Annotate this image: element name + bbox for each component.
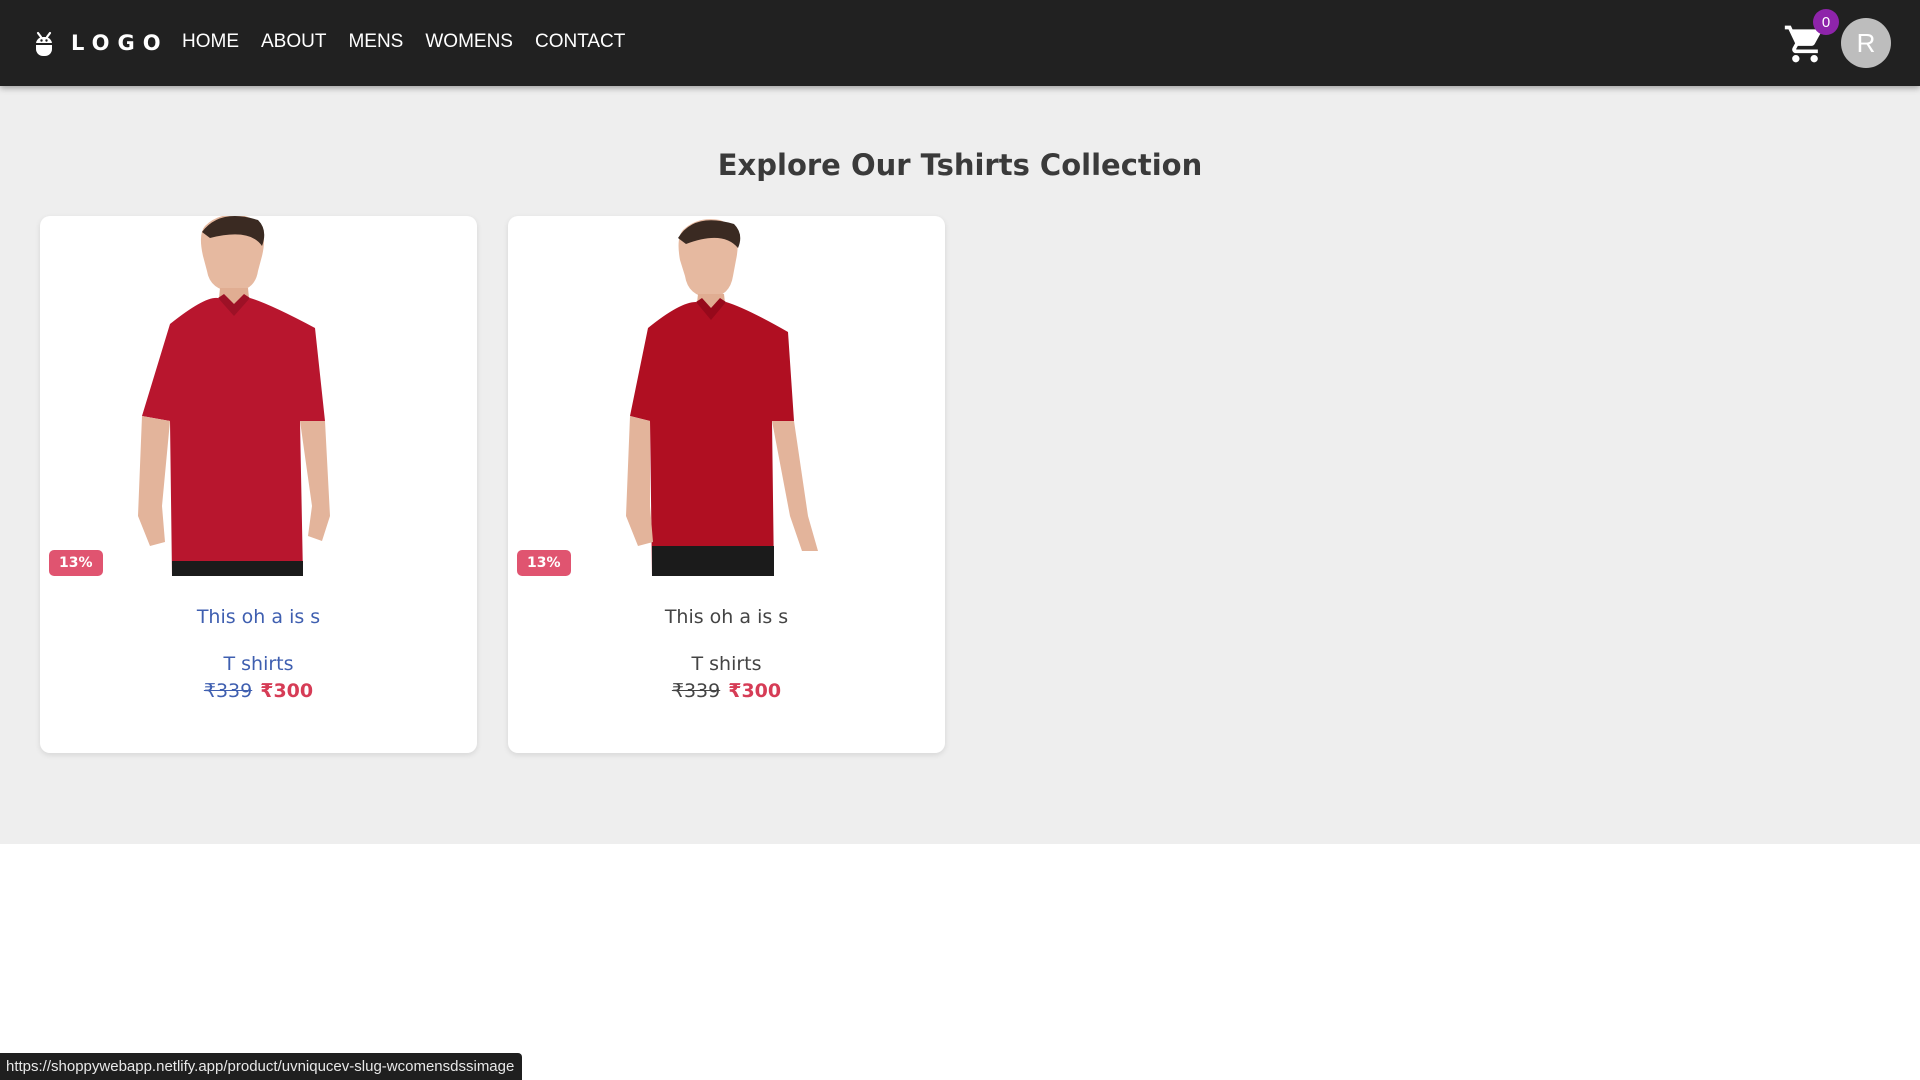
- nav-about[interactable]: ABOUT: [261, 30, 326, 54]
- nav-contact[interactable]: CONTACT: [535, 30, 625, 54]
- status-bar-url: https://shoppywebapp.netlify.app/product…: [0, 1053, 523, 1080]
- product-price: ₹339 ₹300: [508, 680, 945, 702]
- product-image: [110, 216, 410, 576]
- product-card[interactable]: 13% This oh a is s T shirts ₹339 ₹300: [508, 216, 945, 753]
- sale-price: ₹300: [728, 680, 782, 702]
- product-card[interactable]: 13% This oh a is s T shirts ₹339 ₹300: [40, 216, 477, 753]
- discount-badge: 13%: [517, 550, 571, 576]
- product-title: This oh a is s: [196, 606, 321, 628]
- navbar: LOGO HOME ABOUT MENS WOMENS CONTACT 0 R: [0, 0, 1920, 86]
- nav-womens[interactable]: WOMENS: [425, 30, 513, 54]
- original-price: ₹339: [203, 680, 253, 702]
- discount-badge: 13%: [49, 550, 103, 576]
- product-category: T shirts: [223, 653, 294, 675]
- product-price: ₹339 ₹300: [40, 680, 477, 702]
- brand-logo[interactable]: LOGO: [33, 28, 169, 58]
- main-content: Explore Our Tshirts Collection 13% This …: [0, 86, 1920, 844]
- user-avatar[interactable]: R: [1841, 18, 1891, 68]
- product-title: This oh a is s: [664, 606, 789, 628]
- nav-home[interactable]: HOME: [182, 30, 239, 54]
- original-price: ₹339: [671, 680, 721, 702]
- main-nav: HOME ABOUT MENS WOMENS CONTACT: [182, 30, 647, 54]
- brand-text: LOGO: [71, 31, 169, 55]
- cart-button[interactable]: 0: [1783, 9, 1839, 66]
- product-image: [578, 216, 878, 576]
- page-title: Explore Our Tshirts Collection: [717, 148, 1203, 182]
- bug-mascot-icon: [36, 31, 52, 56]
- cart-count-badge: 0: [1813, 9, 1839, 35]
- nav-mens[interactable]: MENS: [348, 30, 403, 54]
- product-category: T shirts: [691, 653, 762, 675]
- sale-price: ₹300: [260, 680, 314, 702]
